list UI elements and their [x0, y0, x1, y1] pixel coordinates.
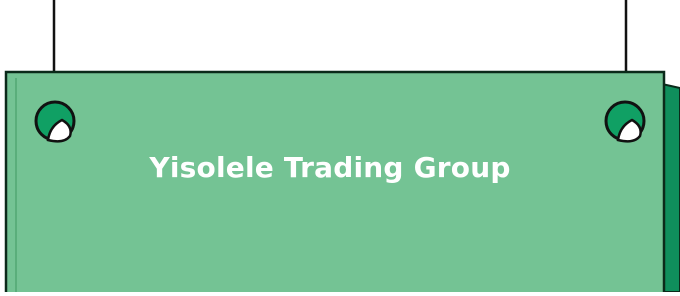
- hanging-sign-scene: Yisolele Trading Group: [0, 0, 680, 296]
- left-grommet-hole-icon: [34, 100, 76, 143]
- sign-title: Yisolele Trading Group: [149, 151, 511, 184]
- right-grommet-hole-icon: [604, 100, 646, 143]
- hanging-sign-illustration: [4, 0, 680, 296]
